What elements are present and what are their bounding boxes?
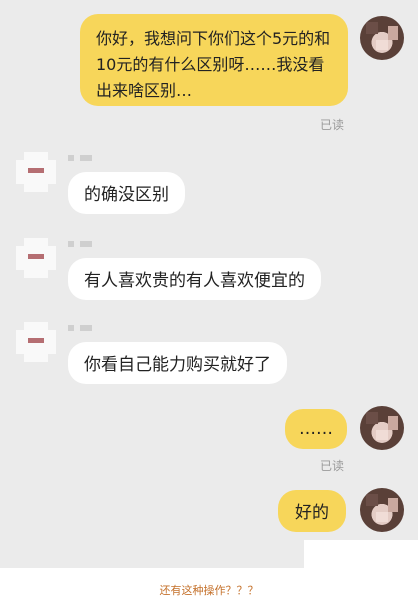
contact-message-bubble[interactable]: 有人喜欢贵的有人喜欢便宜的	[68, 258, 321, 300]
contact-name-redacted	[68, 325, 98, 333]
my-message-bubble[interactable]: 你好，我想问下你们这个5元的和10元的有什么区别呀……我没看出来啥区别…	[80, 14, 348, 106]
message-text: 好的	[295, 503, 329, 523]
contact-message-bubble[interactable]: 的确没区别	[68, 172, 185, 214]
read-receipt: 已读	[320, 459, 345, 473]
read-receipt: 已读	[320, 118, 345, 132]
contact-avatar[interactable]	[16, 152, 56, 192]
caption-bar: 还有这种操作？？？	[0, 568, 418, 603]
my-message-bubble[interactable]: 好的	[278, 490, 346, 532]
my-message-bubble[interactable]: ……	[285, 409, 347, 449]
contact-message-bubble[interactable]: 你看自己能力购买就好了	[68, 342, 287, 384]
contact-avatar[interactable]	[16, 238, 56, 278]
chat-area[interactable]: 你好，我想问下你们这个5元的和10元的有什么区别呀……我没看出来啥区别… 已读 …	[0, 0, 418, 568]
my-avatar[interactable]	[360, 16, 404, 60]
redaction-patch	[304, 540, 418, 568]
message-text: 有人喜欢贵的有人喜欢便宜的	[84, 271, 305, 291]
my-avatar[interactable]	[360, 406, 404, 450]
contact-avatar[interactable]	[16, 322, 56, 362]
caption-text: 还有这种操作？？？	[159, 584, 259, 597]
contact-name-redacted	[68, 241, 98, 249]
message-text: ……	[299, 419, 333, 439]
contact-name-redacted	[68, 155, 98, 163]
my-avatar[interactable]	[360, 488, 404, 532]
message-text: 的确没区别	[84, 185, 169, 205]
message-text: 你好，我想问下你们这个5元的和10元的有什么区别呀……我没看出来啥区别…	[96, 29, 331, 100]
message-text: 你看自己能力购买就好了	[84, 355, 271, 375]
